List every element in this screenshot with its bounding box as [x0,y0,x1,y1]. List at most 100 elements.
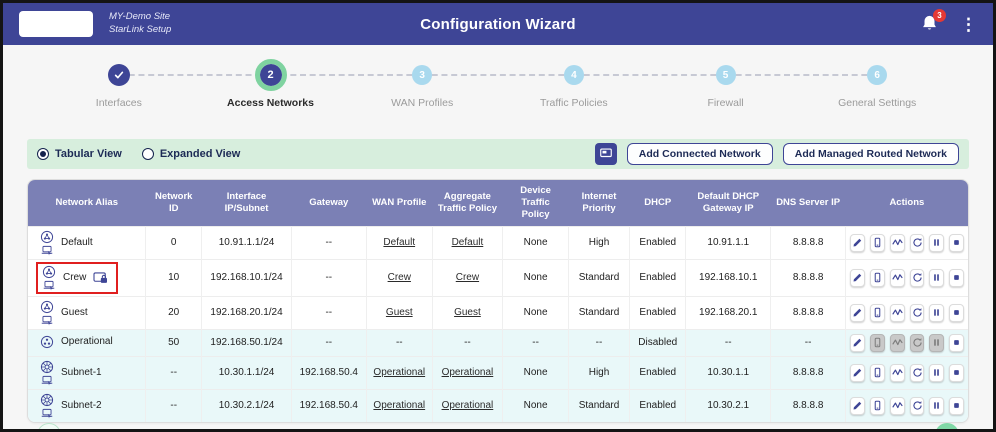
activity-button[interactable] [890,397,905,415]
refresh-button[interactable] [910,364,925,382]
wan-profile-cell: Operational [366,356,432,389]
stop-button[interactable] [949,304,964,322]
aggregate-traffic-policy-cell: Default [432,226,503,259]
stop-icon [951,237,962,248]
actions-cell [846,296,968,329]
wizard-stepper: Interfaces2Access Networks3WAN Profiles4… [3,45,993,133]
edit-button[interactable] [850,397,865,415]
activity-icon [892,367,903,378]
refresh-button [910,334,925,352]
step-traffic-policies[interactable]: 4Traffic Policies [498,59,650,133]
aggregate-traffic-policy-link[interactable]: Operational [442,400,494,411]
step-firewall[interactable]: 5Firewall [650,59,802,133]
network-id-cell: 0 [146,226,202,259]
dhcp-cell: Disabled [630,329,686,356]
next-step-button[interactable] [935,423,959,432]
aggregate-traffic-policy-link[interactable]: Guest [454,307,481,318]
wan-profile-link[interactable]: Operational [373,367,425,378]
edit-button[interactable] [850,269,865,287]
refresh-button[interactable] [910,234,925,252]
internet-priority-cell: Standard [568,389,629,422]
notifications-button[interactable]: 3 [920,14,940,34]
device-traffic-policy-cell: None [503,389,569,422]
pause-button[interactable] [929,304,944,322]
alias-cell: Subnet-2 [28,389,146,422]
pause-button[interactable] [929,269,944,287]
aggregate-traffic-policy-cell: Guest [432,296,503,329]
device-icon [872,337,883,348]
device-button[interactable] [870,364,885,382]
device-button[interactable] [870,304,885,322]
pause-icon [931,400,942,411]
add-connected-network-button[interactable]: Add Connected Network [627,143,773,165]
radio-button-icon[interactable] [37,148,49,160]
gateway-cell: 192.168.50.4 [291,356,366,389]
aggregate-traffic-policy-link[interactable]: Operational [442,367,494,378]
interface-ip-subnet-cell: 10.30.1.1/24 [202,356,291,389]
kebab-menu-button[interactable]: ⋮ [960,16,977,33]
step-interfaces[interactable]: Interfaces [43,59,195,133]
wan-profile-link[interactable]: Default [383,237,415,248]
aggregate-traffic-policy-link[interactable]: Default [452,237,484,248]
table-row-subnet-2: Subnet-2--10.30.2.1/24192.168.50.4Operat… [28,389,968,422]
pause-icon [931,367,942,378]
network-alias-label: Operational [61,336,113,347]
activity-button[interactable] [890,364,905,382]
radio-button-icon[interactable] [142,148,154,160]
networks-table: Network AliasNetwork IDInterface IP/Subn… [28,180,968,422]
activity-button[interactable] [890,234,905,252]
radio-tabular-view[interactable]: Tabular View [37,148,122,160]
wan-profile-link[interactable]: Crew [388,272,411,283]
refresh-button[interactable] [910,304,925,322]
stop-button[interactable] [949,334,964,352]
refresh-button[interactable] [910,397,925,415]
display-view-button[interactable] [595,143,617,165]
network-cluster-icon [40,335,54,349]
device-button[interactable] [870,234,885,252]
step-wan-profiles[interactable]: 3WAN Profiles [346,59,498,133]
wan-profile-link[interactable]: Operational [373,400,425,411]
device-button[interactable] [870,397,885,415]
pause-button[interactable] [929,234,944,252]
stop-button[interactable] [949,397,964,415]
dns-server-ip-cell: 8.8.8.8 [771,259,846,296]
aggregate-traffic-policy-cell: Operational [432,356,503,389]
pause-button[interactable] [929,364,944,382]
device-icon [872,272,883,283]
activity-icon [892,400,903,411]
step-access-networks[interactable]: 2Access Networks [195,59,347,133]
step-number: 2 [255,59,287,91]
interface-ip-subnet-cell: 192.168.50.1/24 [202,329,291,356]
wan-profile-cell: -- [366,329,432,356]
dhcp-cell: Enabled [630,356,686,389]
refresh-button[interactable] [910,269,925,287]
activity-button[interactable] [890,269,905,287]
activity-button[interactable] [890,304,905,322]
column-header-gateway: Gateway [291,180,366,226]
device-icon [872,400,883,411]
site-info: MY-Demo Site StarLink Setup [109,11,171,37]
pause-button[interactable] [929,397,944,415]
edit-button[interactable] [850,304,865,322]
radio-expanded-view[interactable]: Expanded View [142,148,241,160]
edit-button[interactable] [850,364,865,382]
default-dhcp-gateway-ip-cell: 192.168.20.1 [686,296,771,329]
device-button[interactable] [870,269,885,287]
interface-ip-subnet-cell: 192.168.10.1/24 [202,259,291,296]
wan-profile-link[interactable]: Guest [386,307,413,318]
step-general-settings[interactable]: 6General Settings [801,59,953,133]
previous-step-button[interactable] [37,423,61,432]
edit-button[interactable] [850,234,865,252]
add-managed-routed-network-button[interactable]: Add Managed Routed Network [783,143,959,165]
step-label: General Settings [838,97,916,109]
gateway-cell: -- [291,329,366,356]
default-dhcp-gateway-ip-cell: 10.30.2.1 [686,389,771,422]
edit-button[interactable] [850,334,865,352]
stop-button[interactable] [949,269,964,287]
stop-button[interactable] [949,364,964,382]
aggregate-traffic-policy-link[interactable]: Crew [456,272,479,283]
edit-icon [852,237,863,248]
view-mode-radios: Tabular View Expanded View [37,148,240,160]
stop-button[interactable] [949,234,964,252]
device-icon [872,237,883,248]
